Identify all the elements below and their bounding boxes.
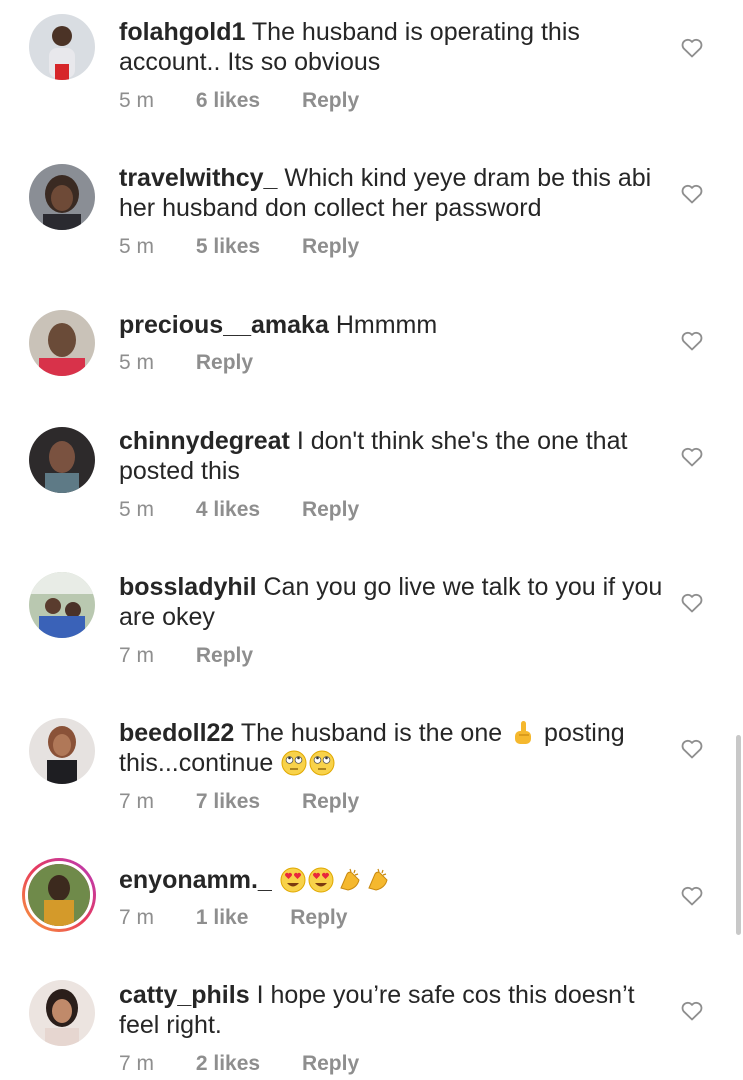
comment-username[interactable]: travelwithcy_ xyxy=(119,164,277,192)
reply-button[interactable]: Reply xyxy=(302,790,359,814)
avatar[interactable] xyxy=(29,980,95,1046)
face-with-rolling-eyes-emoji xyxy=(308,749,336,777)
comment-meta: 5 m 6 likes Reply xyxy=(119,89,359,113)
avatar[interactable] xyxy=(29,310,95,376)
comment-time: 7 m xyxy=(119,1052,155,1075)
comment-time: 7 m xyxy=(119,906,155,929)
comment-meta: 7 m Reply xyxy=(119,644,253,668)
heart-outline-icon[interactable] xyxy=(680,445,704,469)
reply-button[interactable]: Reply xyxy=(196,644,253,668)
comment-username[interactable]: beedoll22 xyxy=(119,719,234,747)
reply-button[interactable]: Reply xyxy=(302,498,359,522)
comment-meta: 5 m Reply xyxy=(119,351,253,375)
heart-outline-icon[interactable] xyxy=(680,182,704,206)
comment-username[interactable]: precious__amaka xyxy=(119,311,329,339)
heart-outline-icon[interactable] xyxy=(680,36,704,60)
comment-meta: 7 m 7 likes Reply xyxy=(119,790,359,814)
comment-likes[interactable]: 5 likes xyxy=(196,235,260,259)
avatar-with-story-ring[interactable] xyxy=(22,858,96,932)
comment-likes[interactable]: 2 likes xyxy=(196,1052,260,1076)
heart-eyes-emoji xyxy=(279,866,307,894)
avatar[interactable] xyxy=(29,427,95,493)
comment-time: 5 m xyxy=(119,235,155,258)
comment-username[interactable]: bossladyhil xyxy=(119,573,257,601)
avatar[interactable] xyxy=(29,718,95,784)
reply-button[interactable]: Reply xyxy=(302,1052,359,1076)
comment-username[interactable]: chinnydegreat xyxy=(119,427,290,455)
face-with-rolling-eyes-emoji xyxy=(280,749,308,777)
reply-button[interactable]: Reply xyxy=(302,235,359,259)
comment-likes[interactable]: 7 likes xyxy=(196,790,260,814)
comment-time: 5 m xyxy=(119,498,155,521)
heart-outline-icon[interactable] xyxy=(680,329,704,353)
comment-likes[interactable]: 6 likes xyxy=(196,89,260,113)
reply-button[interactable]: Reply xyxy=(302,89,359,113)
comment-meta: 5 m 4 likes Reply xyxy=(119,498,359,522)
heart-outline-icon[interactable] xyxy=(680,591,704,615)
heart-outline-icon[interactable] xyxy=(680,737,704,761)
avatar[interactable] xyxy=(29,164,95,230)
reply-button[interactable]: Reply xyxy=(290,906,347,930)
comment-likes[interactable]: 4 likes xyxy=(196,498,260,522)
comment-time: 7 m xyxy=(119,644,155,667)
comment-text: Hmmmm xyxy=(335,311,438,339)
comment-username[interactable]: folahgold1 xyxy=(119,18,245,46)
avatar xyxy=(25,861,93,929)
heart-eyes-emoji xyxy=(307,866,335,894)
comment-text-part: The husband is the one xyxy=(240,719,503,747)
comment-meta: 7 m 1 like Reply xyxy=(119,906,347,930)
avatar[interactable] xyxy=(29,14,95,80)
reply-button[interactable]: Reply xyxy=(196,351,253,375)
comment-meta: 5 m 5 likes Reply xyxy=(119,235,359,259)
clapping-hands-emoji xyxy=(335,866,363,894)
comment-meta: 7 m 2 likes Reply xyxy=(119,1052,359,1076)
clapping-hands-emoji xyxy=(363,866,391,894)
comment-time: 5 m xyxy=(119,351,155,374)
index-finger-up-emoji xyxy=(509,719,537,747)
scrollbar[interactable] xyxy=(736,735,741,935)
comment-username[interactable]: enyonamm._ xyxy=(119,866,272,894)
heart-outline-icon[interactable] xyxy=(680,999,704,1023)
comment-likes[interactable]: 1 like xyxy=(196,906,249,930)
avatar[interactable] xyxy=(29,572,95,638)
comment-time: 5 m xyxy=(119,89,155,112)
comment-time: 7 m xyxy=(119,790,155,813)
heart-outline-icon[interactable] xyxy=(680,884,704,908)
comment-username[interactable]: catty_phils xyxy=(119,981,250,1009)
